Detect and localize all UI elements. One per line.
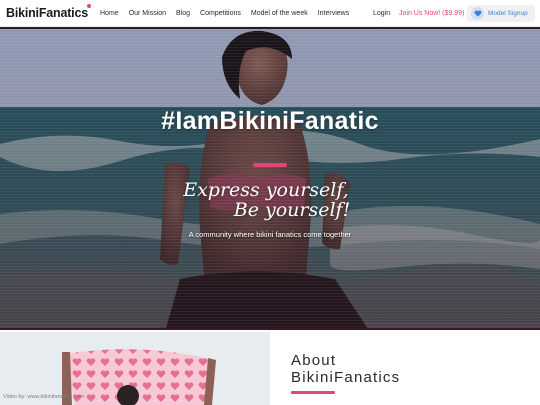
- about-heading-line-2: BikiniFanatics: [291, 369, 401, 386]
- model-signup-label: Model Signup: [488, 10, 528, 17]
- heart-icon: [471, 7, 484, 20]
- about-heading: About BikiniFanatics: [291, 352, 400, 386]
- login-link[interactable]: Login: [373, 10, 390, 17]
- hero-title: #IamBikiniFanatic: [161, 107, 379, 135]
- hero-tagline: A community where bikini fanatics come t…: [188, 230, 352, 239]
- nav-our-mission[interactable]: Our Mission: [129, 10, 166, 17]
- site-header: BikiniFanatics Home Our Mission Blog Com…: [0, 0, 540, 27]
- about-photo: Video by: www.bikinifanatics.com: [0, 332, 270, 405]
- nav-interviews[interactable]: Interviews: [318, 10, 350, 17]
- hero-script-line-2: Be yourself!: [233, 199, 351, 221]
- main-nav: Home Our Mission Blog Competitions Model…: [100, 0, 349, 27]
- logo-dot-icon: [87, 4, 91, 8]
- photo-watermark: Video by: www.bikinifanatics.com: [3, 394, 84, 400]
- about-divider: [291, 391, 335, 394]
- hero-divider: [253, 163, 287, 167]
- nav-competitions[interactable]: Competitions: [200, 10, 241, 17]
- nav-home[interactable]: Home: [100, 10, 119, 17]
- hero-text: #IamBikiniFanatic Express yourself, Be y…: [0, 29, 540, 328]
- join-link[interactable]: Join Us Now! ($9.99): [399, 10, 464, 17]
- site-logo[interactable]: BikiniFanatics: [6, 6, 88, 20]
- about-section: Video by: www.bikinifanatics.com About B…: [0, 332, 540, 405]
- about-heading-line-1: About: [291, 352, 337, 369]
- nav-blog[interactable]: Blog: [176, 10, 190, 17]
- hero-banner: #IamBikiniFanatic Express yourself, Be y…: [0, 27, 540, 330]
- hero-script-line-1: Express yourself,: [183, 179, 349, 201]
- nav-model-of-the-week[interactable]: Model of the week: [251, 10, 308, 17]
- model-signup-button[interactable]: Model Signup: [467, 5, 535, 22]
